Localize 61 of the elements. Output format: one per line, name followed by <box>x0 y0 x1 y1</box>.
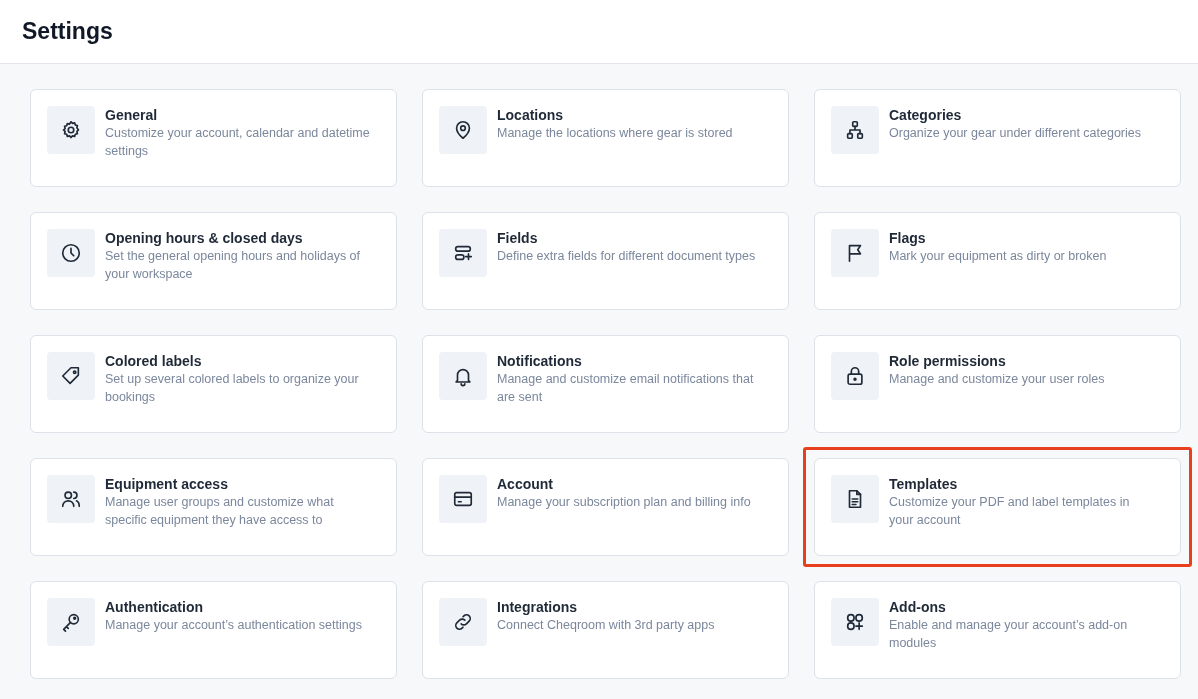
settings-card[interactable]: Fields Define extra fields for different document types <box>422 212 789 310</box>
settings-card[interactable]: Integrations Connect Cheqroom with 3rd party apps <box>422 581 789 679</box>
card-description: Connect Cheqroom with 3rd party apps <box>497 617 715 634</box>
card-description: Customize your PDF and label templates in your account <box>889 494 1131 529</box>
hierarchy-icon <box>831 106 879 154</box>
settings-card[interactable]: Authentication Manage your account’s authentication settings <box>30 581 397 679</box>
card-description: Mark your equipment as dirty or broken <box>889 248 1107 265</box>
card-description: Set the general opening hours and holidays of your workspace <box>105 248 362 283</box>
settings-card[interactable]: Notifications Manage and customize email notifications that are sent <box>422 335 789 433</box>
card-title: Categories <box>889 106 963 124</box>
card-title: Equipment access <box>105 475 229 493</box>
card-title: Add-ons <box>889 598 947 616</box>
card-title: Opening hours & closed days <box>105 229 304 247</box>
key-icon <box>47 598 95 646</box>
flag-icon <box>831 229 879 277</box>
card-title: Account <box>497 475 554 493</box>
card-description: Manage your subscription plan and billing info <box>497 494 751 511</box>
settings-card[interactable]: Templates Customize your PDF and label templates in your account <box>814 458 1181 556</box>
fields-icon <box>439 229 487 277</box>
card-description: Manage and customize your user roles <box>889 371 1105 388</box>
settings-card[interactable]: Add-ons Enable and manage your account’s add-on modules <box>814 581 1181 679</box>
card-description: Customize your account, calendar and datetime settings <box>105 125 371 160</box>
card-description: Manage your account’s authentication settings <box>105 617 362 634</box>
card-title: Authentication <box>105 598 204 616</box>
credit-card-icon <box>439 475 487 523</box>
settings-card[interactable]: Role permissions Manage and customize your user roles <box>814 335 1181 433</box>
settings-card[interactable]: General Customize your account, calendar and datetime settings <box>30 89 397 187</box>
card-description: Enable and manage your account’s add-on modules <box>889 617 1129 652</box>
card-title: Flags <box>889 229 927 247</box>
card-description: Manage user groups and customize what specific equipment they have access to <box>105 494 335 529</box>
link-icon <box>439 598 487 646</box>
add-ons-icon <box>831 598 879 646</box>
tag-icon <box>47 352 95 400</box>
settings-card[interactable]: Flags Mark your equipment as dirty or broken <box>814 212 1181 310</box>
settings-card[interactable]: Equipment access Manage user groups and customize what specific equipment they have access to <box>30 458 397 556</box>
clock-icon <box>47 229 95 277</box>
card-description: Manage and customize email notifications that are sent <box>497 371 755 406</box>
card-title: Templates <box>889 475 959 493</box>
document-icon <box>831 475 879 523</box>
card-description: Manage the locations where gear is stored <box>497 125 733 142</box>
card-description: Define extra fields for different document types <box>497 248 756 265</box>
card-title: Role permissions <box>889 352 1007 370</box>
lock-icon <box>831 352 879 400</box>
card-description: Organize your gear under different categories <box>889 125 1141 142</box>
settings-card[interactable]: Opening hours & closed days Set the general opening hours and holidays of your workspace <box>30 212 397 310</box>
card-title: Fields <box>497 229 539 247</box>
settings-card[interactable]: Account Manage your subscription plan and billing info <box>422 458 789 556</box>
card-title: Notifications <box>497 352 583 370</box>
settings-card[interactable]: Categories Organize your gear under different categories <box>814 89 1181 187</box>
bell-icon <box>439 352 487 400</box>
card-title: Locations <box>497 106 565 124</box>
gear-icon <box>47 106 95 154</box>
card-title: Colored labels <box>105 352 203 370</box>
settings-card[interactable]: Colored labels Set up several colored labels to organize your bookings <box>30 335 397 433</box>
users-icon <box>47 475 95 523</box>
card-title: Integrations <box>497 598 579 616</box>
card-description: Set up several colored labels to organize your bookings <box>105 371 360 406</box>
settings-card[interactable]: Locations Manage the locations where gear is stored <box>422 89 789 187</box>
page-title: Settings <box>22 18 113 45</box>
card-title: General <box>105 106 159 124</box>
location-pin-icon <box>439 106 487 154</box>
